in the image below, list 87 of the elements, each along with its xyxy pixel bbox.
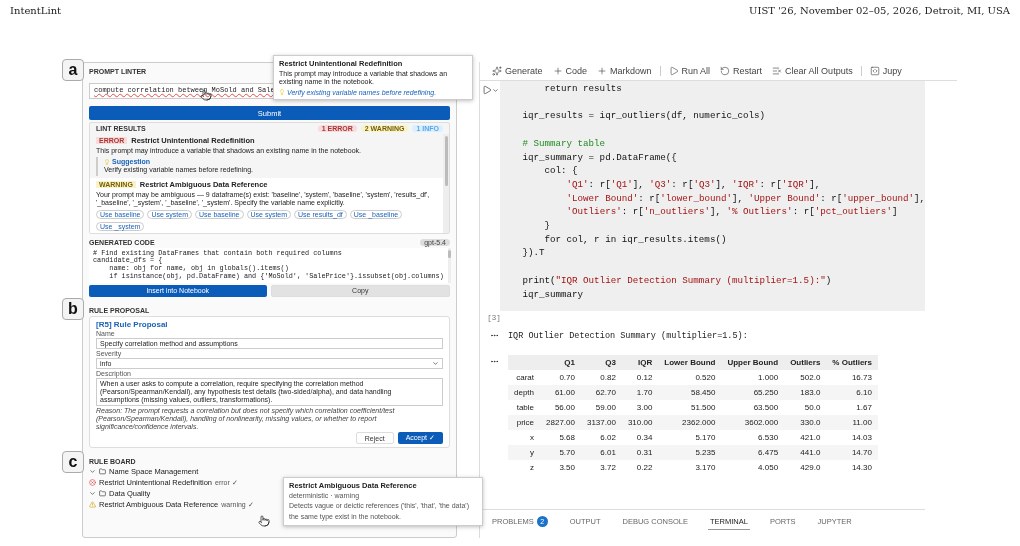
column-header: Lower Bound xyxy=(658,355,722,371)
table-cell: 0.34 xyxy=(621,430,659,446)
table-cell: 441.0 xyxy=(784,445,827,461)
play-icon xyxy=(668,66,679,76)
table-cell: 0.82 xyxy=(580,370,622,386)
table-cell: 62.70 xyxy=(580,385,622,401)
table-cell: 2827.00 xyxy=(540,415,581,431)
row-label: table xyxy=(508,400,541,416)
table-cell: 5.68 xyxy=(540,430,581,446)
table-cell: 2362.000 xyxy=(658,415,722,431)
column-header: Upper Bound xyxy=(721,355,785,371)
column-header: % Outliers xyxy=(826,355,878,371)
toolbar-button[interactable]: Clear All Outputs xyxy=(770,66,855,76)
table-cell: 3.00 xyxy=(621,400,659,416)
chevron-icon xyxy=(432,359,439,367)
table-cell: 56.00 xyxy=(540,400,581,416)
row-label: carat xyxy=(508,370,541,386)
table-cell: 0.520 xyxy=(658,370,722,386)
table-cell: 65.250 xyxy=(721,385,785,401)
plus-icon xyxy=(552,66,563,76)
toolbar-button[interactable]: Code xyxy=(550,66,590,76)
toolbar-button[interactable]: Generate xyxy=(490,66,545,76)
row-label: y xyxy=(508,445,541,461)
table-cell: 58.450 xyxy=(658,385,722,401)
table-cell: 50.0 xyxy=(784,400,827,416)
column-header: Outliers xyxy=(784,355,827,371)
table-cell: 14.03 xyxy=(826,430,878,446)
table-cell: 11.00 xyxy=(826,415,878,431)
column-header: Q3 xyxy=(580,355,622,371)
table-cell: 1.67 xyxy=(826,400,878,416)
rule-heading: [R5] Rule Proposal xyxy=(96,319,169,329)
table-cell: 5.170 xyxy=(658,430,722,446)
table-cell: 310.00 xyxy=(621,415,659,431)
run-cell-icon[interactable] xyxy=(481,85,492,95)
panel-marker: b xyxy=(62,297,84,320)
table-cell: 63.500 xyxy=(721,400,785,416)
table-cell: 3602.000 xyxy=(721,415,785,431)
table-cell: 6.530 xyxy=(721,430,785,446)
toolbar-button[interactable]: Restart xyxy=(718,66,765,76)
table-cell: 1.70 xyxy=(621,385,659,401)
table-cell: 6.475 xyxy=(721,445,785,461)
table-cell: 6.01 xyxy=(580,445,622,461)
output-text: IQR Outlier Detection Summary (multiplier=1.5): xyxy=(508,331,748,342)
panel-marker: c xyxy=(62,451,84,474)
table-cell: 5.70 xyxy=(540,445,581,461)
row-label: depth xyxy=(508,385,541,401)
table-cell: 3137.00 xyxy=(580,415,622,431)
table-cell: 0.31 xyxy=(621,445,659,461)
toolbar-button[interactable]: Jupy xyxy=(867,66,904,76)
table-cell: 5.235 xyxy=(658,445,722,461)
row-label: x xyxy=(508,430,541,446)
warning-icon xyxy=(89,501,96,509)
table-cell: 6.10 xyxy=(826,385,878,401)
toolbar-button[interactable]: Run All xyxy=(666,66,713,76)
table-cell: 16.73 xyxy=(826,370,878,386)
table-cell: 421.0 xyxy=(784,430,827,446)
lightbulb-icon xyxy=(104,158,110,165)
table-cell: 1.000 xyxy=(721,370,785,386)
table-cell: 183.0 xyxy=(784,385,827,401)
folder-icon xyxy=(99,490,106,498)
table-cell: 0.12 xyxy=(621,370,659,386)
running-title: IntentLint xyxy=(10,5,62,18)
table-cell: 0.70 xyxy=(540,370,581,386)
table-cell: 14.70 xyxy=(826,445,878,461)
chevron-icon xyxy=(491,86,499,94)
column-header: IQR xyxy=(621,355,659,371)
restart-icon xyxy=(720,66,731,76)
plus-icon xyxy=(597,66,608,76)
table-cell: 502.0 xyxy=(784,370,827,386)
table-cell: 51.500 xyxy=(658,400,722,416)
clear-list-icon xyxy=(772,66,783,76)
kernel-icon xyxy=(869,66,880,76)
error-icon xyxy=(89,479,96,487)
column-header: Q1 xyxy=(540,355,581,371)
table-cell: 330.0 xyxy=(784,415,827,431)
folder-icon xyxy=(99,468,106,476)
sparkle-icon xyxy=(492,66,502,76)
row-label: price xyxy=(508,415,541,431)
lightbulb-icon xyxy=(279,89,285,96)
hand-cursor-icon xyxy=(258,515,270,528)
toolbar-button[interactable]: Markdown xyxy=(595,66,654,76)
table-cell: 61.00 xyxy=(540,385,581,401)
table-cell: 59.00 xyxy=(580,400,622,416)
panel-marker: a xyxy=(62,59,84,81)
venue-text: UIST '26, November 02–05, 2026, Detroit, MI, USA xyxy=(749,5,1010,18)
code-cell: return results iqr_results = iqr_outliers(df, numeric_cols) # Summary table iqr_summary = pd.DataFrame({ col: { 'Q1': r['Q1'], 'Q3': r['Q3'], 'IQR': r['IQR'], 'Lower Bound': r['lower_bound'], 'Upper Bound': r['upper_bound'], 'Outliers': r['n_outliers'], '% Outliers': r['pct_outliers'] } for col, r in iqr_results.items() }).T print("IQR Outlier Detection Summary (multiplier=1.5):") iqr_summary xyxy=(500,81,925,312)
table-cell: 6.02 xyxy=(580,430,622,446)
